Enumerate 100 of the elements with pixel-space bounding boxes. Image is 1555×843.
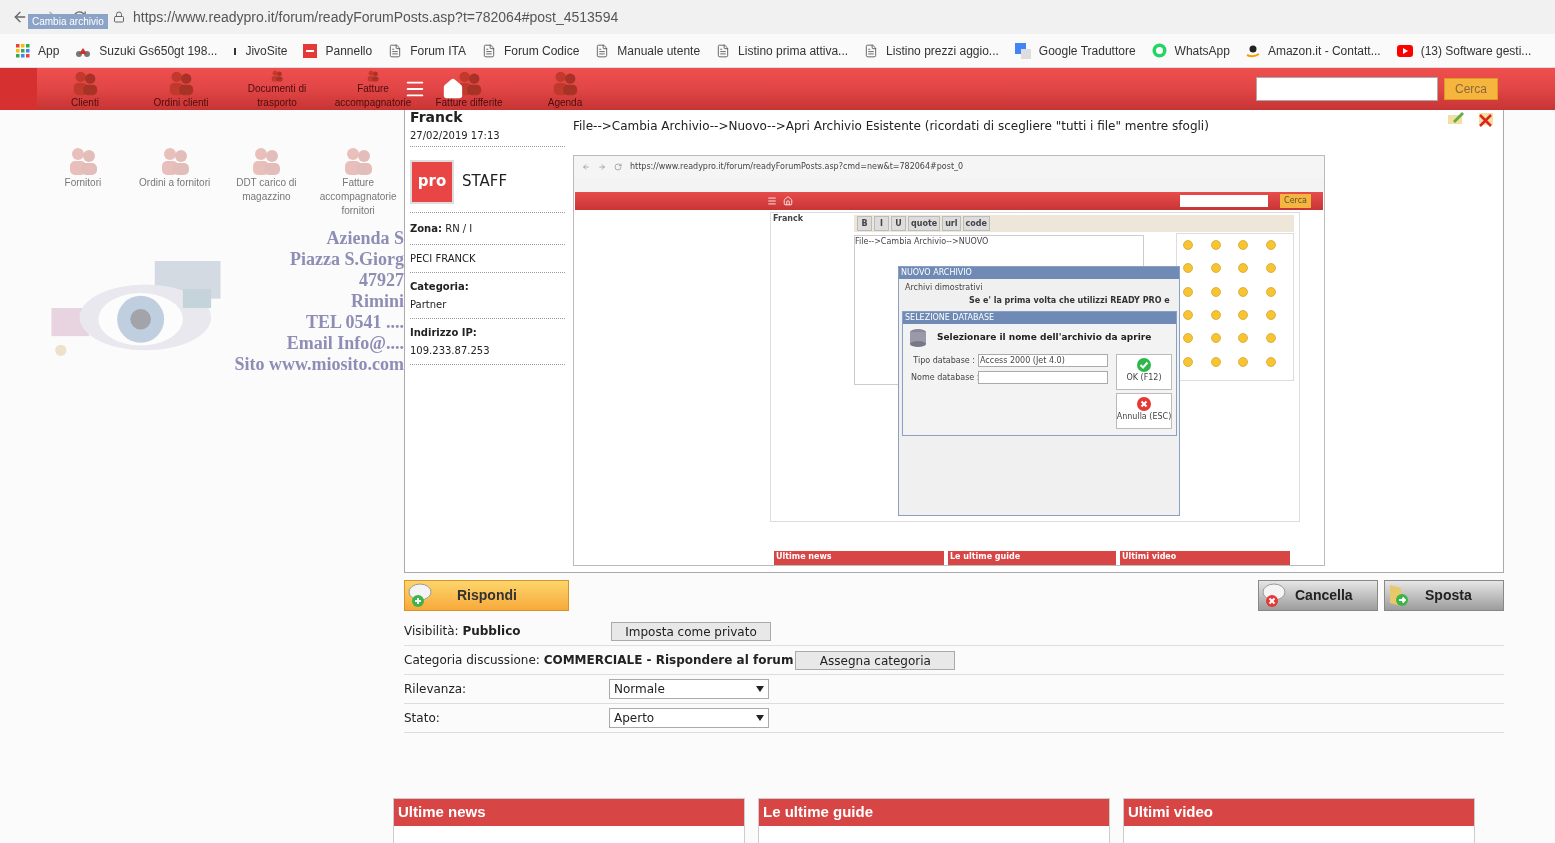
format-button[interactable]: B [857,216,872,231]
company-info-text: Email Info@.... [286,333,404,354]
pro-logo: pro [410,159,454,204]
format-button[interactable]: U [891,216,906,231]
info-label: Categoria: [410,280,470,294]
square-logo-icon [303,43,318,58]
launcher-item[interactable]: Ordini a fornitori [128,146,221,218]
property-label: Stato: [404,710,441,727]
database-field[interactable]: Access 2000 (Jet 4.0) [978,354,1108,367]
play-icon [1396,44,1413,57]
close-icon [1137,397,1151,411]
smiley-icon [1183,286,1193,297]
apps-grid-icon [16,43,30,58]
smiley-icon [1265,356,1276,367]
lock-icon [113,11,125,23]
bookmark-link[interactable]: Forum ITA [388,41,466,60]
smiley-icon [1183,333,1193,344]
bookmark-link[interactable]: Suzuki Gs650gt 198... [75,41,218,60]
staff-label: STAFF [462,171,508,193]
comment-add-icon [407,582,435,608]
smiley-icon [1183,240,1193,250]
people-icon [342,146,375,176]
bookmark-link[interactable]: Forum Codice [481,41,580,60]
move-button[interactable]: Sposta [1384,579,1504,611]
translate-icon [1014,42,1031,59]
company-info-text: Sito www.miosito.com [234,354,404,375]
smiley-icon [1265,263,1276,274]
smiley-icon [1238,356,1248,367]
smiley-icon [1238,240,1248,250]
page-icon [481,43,496,58]
comment-delete-icon [1261,582,1289,608]
company-info-text: Azienda S [326,228,404,249]
info-value: 109.233.87.253 [410,344,491,358]
back-icon[interactable] [12,9,28,25]
page-icon [595,43,610,58]
home-icon[interactable] [442,78,464,100]
bookmark-link[interactable]: App [16,41,60,60]
page-icon [864,43,879,58]
bookmark-link[interactable]: (13) Software gesti... [1396,41,1532,60]
format-button[interactable]: code [962,216,990,231]
select-field[interactable]: Aperto [609,708,769,728]
smiley-icon [1265,286,1276,297]
people-icon [250,146,283,176]
company-info-text: 47927 [359,270,404,291]
launcher-item[interactable]: Fornitori [37,146,129,218]
delete-button[interactable]: Cancella [1258,579,1378,611]
dropdown-arrow-icon [756,715,764,721]
panel-title: Ultimi video [1128,802,1213,823]
pencil-icon[interactable] [1447,111,1465,125]
smiley-icon [1210,263,1221,274]
check-icon [1137,358,1151,372]
cancel-button[interactable]: Annulla (ESC) [1116,393,1172,429]
smiley-icon [1238,263,1248,274]
bookmark-link[interactable]: Listino prezzi aggio... [864,41,999,60]
smiley-icon [1238,310,1248,320]
field-label: Tipo database : [912,354,975,367]
property-button[interactable]: Imposta come privato [611,621,771,641]
page-icon [716,43,731,58]
select-field[interactable]: Normale [609,679,769,699]
delete-icon[interactable] [1477,111,1495,127]
bookmark-link[interactable]: Amazon.it - Contatt... [1245,41,1381,60]
bookmark-link[interactable]: JivoSite [233,41,288,60]
info-label: Indirizzo IP: [410,326,478,340]
format-button[interactable]: url [942,216,961,231]
format-button[interactable]: quote [908,216,941,231]
nav-item[interactable]: Documenti di trasporto [229,68,325,110]
reload-icon [614,163,622,171]
panel-header: Ultimi video [1120,551,1290,565]
post-date: 27/02/2019 17:13 [410,125,565,147]
author-name: Franck [773,213,804,225]
launcher-item[interactable]: Fatture accompagnatorie fornitori [312,146,404,218]
info-value: Partner [410,298,448,312]
property-button[interactable]: Assegna categoria [795,650,956,670]
search-field[interactable] [1256,77,1438,101]
search-field[interactable] [1180,195,1269,207]
panel-header: Le ultime guide [948,551,1116,565]
bookmark-link[interactable]: Manuale utente [595,41,701,60]
reply-button[interactable]: Rispondi [404,579,569,611]
format-button[interactable]: I [874,216,889,231]
bookmark-link[interactable]: Pannello [303,41,373,60]
ok-button[interactable]: OK (F12) [1116,354,1172,390]
smile-arrow-icon [1245,43,1260,58]
company-info-text: Rimini [351,291,404,312]
search-button[interactable]: Cerca [1280,194,1311,208]
bookmark-link[interactable]: Google Traduttore [1014,41,1136,60]
bookmark-link[interactable]: WhatsApp [1151,41,1230,60]
user-info: Zona: RN / I [410,213,565,245]
author-name: Franck [410,109,464,125]
forward-icon [598,163,606,171]
dialog-title: NUOVO ARCHIVIO [901,269,972,277]
launcher-item[interactable]: DDT carico di magazzino [220,146,313,218]
smiley-icon [1210,286,1221,297]
address-bar[interactable]: https://www.readypro.it/forum/readyForumPosts.asp?t=782064#post_4513594 [133,6,619,28]
property-text: Categoria discussione: COMMERCIALE - Rispondere al forum [404,652,794,669]
group-label: Archivi dimostrativi [905,282,984,294]
panel-header: Ultime news [774,551,944,565]
nav-item[interactable]: Fatture accompagnatorie [325,68,421,110]
database-field[interactable] [978,371,1108,384]
smiley-icon [1183,310,1193,320]
bookmark-link[interactable]: Listino prima attiva... [716,41,849,60]
